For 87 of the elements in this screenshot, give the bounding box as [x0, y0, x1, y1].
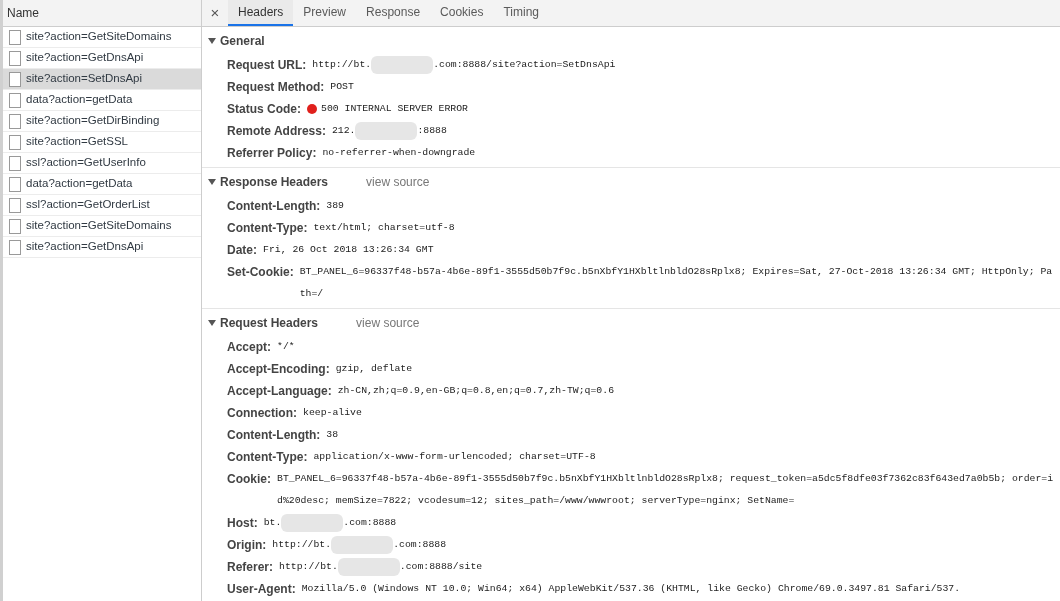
tab[interactable]: Headers [228, 0, 294, 26]
request-row[interactable]: site?action=SetDnsApi [3, 69, 201, 90]
file-icon [9, 134, 21, 150]
file-icon [9, 155, 21, 171]
file-icon [9, 29, 21, 45]
request-row[interactable]: site?action=GetSSL [3, 132, 201, 153]
header-value: .com:8888/site [399, 560, 483, 574]
header-name: Accept-Language: [227, 383, 332, 400]
tab[interactable]: Preview [293, 0, 357, 26]
header-name: Referrer Policy: [227, 145, 317, 162]
header-value: http://bt. [272, 538, 332, 552]
header-value: 389 [326, 199, 344, 213]
header-value: http://bt. [312, 58, 372, 72]
file-icon [9, 92, 21, 108]
header-value: no-referrer-when-downgrade [322, 146, 476, 160]
request-row[interactable]: site?action=GetSiteDomains [3, 216, 201, 237]
header-value: .com:8888/site?action=SetDnsApi [433, 58, 616, 72]
caret-icon[interactable] [208, 177, 218, 186]
redaction-blur [281, 514, 344, 532]
header-name: Connection: [227, 405, 297, 422]
column-header: Name [3, 0, 201, 27]
caret-icon[interactable] [208, 36, 218, 45]
redaction-blur [355, 122, 418, 140]
header-value: .com:8888 [343, 516, 397, 530]
tab[interactable]: Cookies [430, 0, 494, 26]
header-name: Content-Type: [227, 220, 308, 237]
header-name: User-Agent: [227, 581, 296, 598]
header-value: POST [330, 80, 354, 94]
close-button[interactable]: × [202, 0, 228, 26]
redaction-blur [331, 536, 394, 554]
tab[interactable]: Timing [493, 0, 549, 26]
request-row[interactable]: ssl?action=GetUserInfo [3, 153, 201, 174]
header-value: zh-CN,zh;q=0.9,en-GB;q=0.8,en;q=0.7,zh-TW;q=0.6 [337, 384, 614, 398]
view-source-link[interactable]: view source [366, 172, 430, 191]
header-name: Set-Cookie: [227, 264, 294, 281]
request-row[interactable]: site?action=GetDirBinding [3, 111, 201, 132]
file-icon [9, 218, 21, 234]
header-name: Accept: [227, 339, 271, 356]
redaction-blur [371, 56, 434, 74]
view-source-link[interactable]: view source [356, 313, 420, 332]
header-value: Fri, 26 Oct 2018 13:26:34 GMT [263, 243, 434, 257]
header-value: bt. [263, 516, 282, 530]
header-name: Request URL: [227, 57, 307, 74]
header-name: Remote Address: [227, 123, 326, 140]
section-title[interactable]: Request Headers [220, 313, 319, 332]
header-name: Content-Length: [227, 427, 321, 444]
file-icon [9, 113, 21, 129]
header-name: Content-Type: [227, 449, 308, 466]
file-icon [9, 176, 21, 192]
caret-icon[interactable] [208, 318, 218, 327]
header-name: Origin: [227, 537, 267, 554]
header-value: 500 INTERNAL SERVER ERROR [321, 102, 468, 116]
header-name: Status Code: [227, 101, 301, 118]
header-value: http://bt. [279, 560, 338, 574]
header-name: Host: [227, 515, 258, 532]
redaction-blur [337, 558, 400, 576]
header-name: Cookie: [227, 471, 271, 488]
request-row[interactable]: site?action=GetDnsApi [3, 48, 201, 69]
header-value: */* [277, 340, 295, 354]
header-value: BT_PANEL_6=96337f48-b57a-4b6e-89f1-3555d50b7f9c.b5nXbfY1HXbltlnbldO28sRplx8; request_token=a5dc5f8dfe03f7362c83f643ed7a0b5b; order=id%20desc; memSize=7822; vcodesum=12; sites_path=/www/wwwroot; serverType=nginx; SetName= [277, 472, 1055, 508]
header-value: :8888 [417, 124, 447, 138]
header-name: Referer: [227, 559, 274, 576]
header-value: 212. [331, 124, 356, 138]
header-name: Date: [227, 242, 257, 259]
header-value: application/x-www-form-urlencoded; charset=UTF-8 [313, 450, 596, 464]
section-title[interactable]: Response Headers [220, 172, 329, 191]
tab[interactable]: Response [356, 0, 431, 26]
header-value: text/html; charset=utf-8 [313, 221, 455, 235]
request-row[interactable]: site?action=GetSiteDomains [3, 27, 201, 48]
header-name: Accept-Encoding: [227, 361, 330, 378]
header-value: Mozilla/5.0 (Windows NT 10.0; Win64; x64) AppleWebKit/537.36 (KHTML, like Gecko) Chrome/69.0.3497.81 Safari/537. [301, 582, 961, 596]
header-value: gzip, deflate [335, 362, 413, 376]
request-row[interactable]: data?action=getData [3, 90, 201, 111]
section-title[interactable]: General [220, 31, 265, 50]
file-icon [9, 197, 21, 213]
file-icon [9, 71, 21, 87]
file-icon [9, 50, 21, 66]
header-value: keep-alive [303, 406, 362, 420]
header-value: 38 [326, 428, 339, 442]
header-value: BT_PANEL_6=96337f48-b57a-4b6e-89f1-3555d50b7f9c.b5nXbfY1HXbltlnbldO28sRplx8; Expires=Sat, 27-Oct-2018 13:26:34 GMT; HttpOnly; Path=/ [299, 265, 1054, 301]
request-row[interactable]: ssl?action=GetOrderList [3, 195, 201, 216]
file-icon [9, 239, 21, 255]
request-row[interactable]: data?action=getData [3, 174, 201, 195]
header-name: Request Method: [227, 79, 325, 96]
request-row[interactable]: site?action=GetDnsApi [3, 237, 201, 258]
header-name: Content-Length: [227, 198, 321, 215]
header-value: .com:8888 [393, 538, 447, 552]
